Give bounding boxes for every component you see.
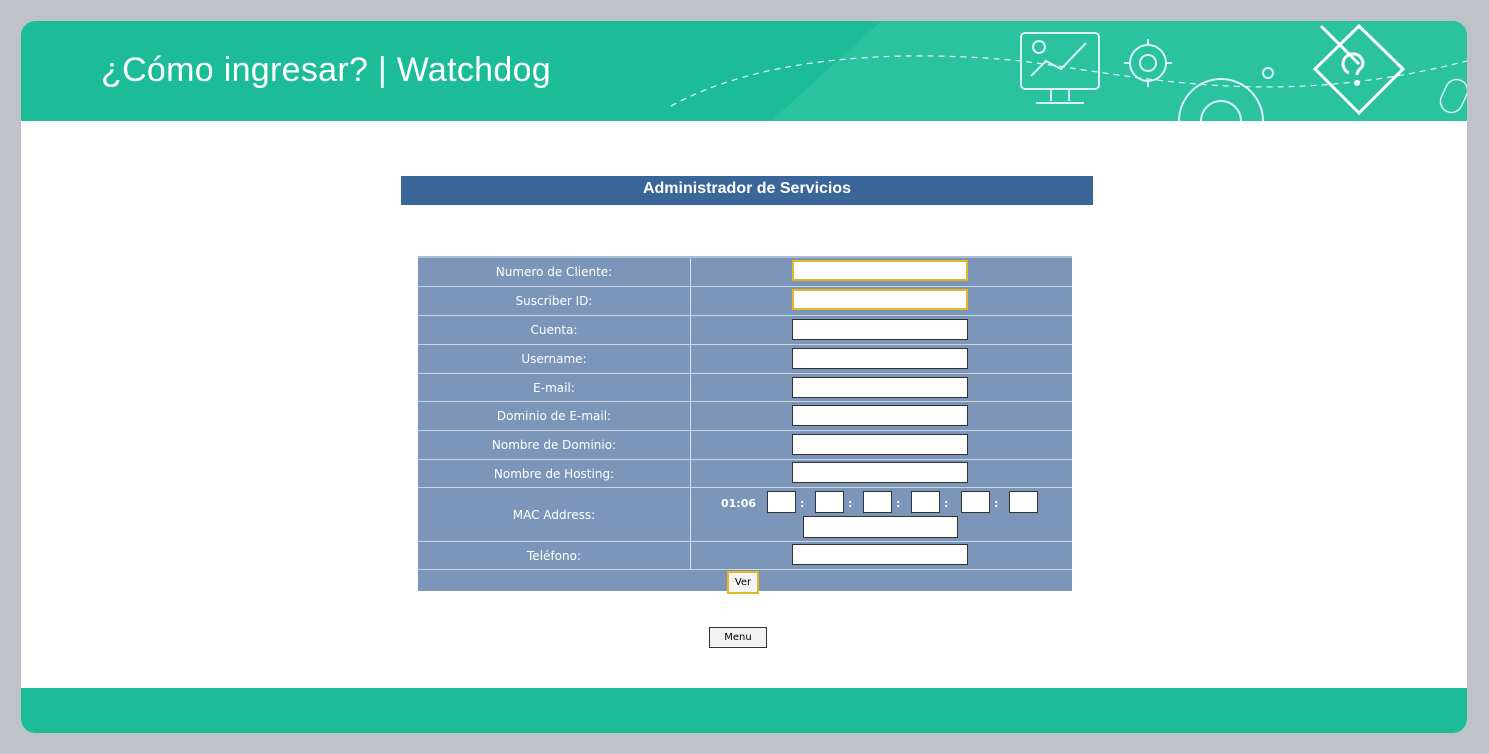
form-row-submit: Ver: [418, 570, 1072, 594]
column-divider: [690, 374, 691, 401]
form-row-email: E-mail:: [418, 374, 1072, 402]
column-divider: [690, 542, 691, 569]
slide: ¿Cómo ingresar? | Watchdog Administrador…: [21, 21, 1467, 733]
mac-octet-input[interactable]: [911, 491, 940, 513]
form-row-suscriber-id: Suscriber ID:: [418, 287, 1072, 316]
column-divider: [690, 258, 691, 286]
menu-button[interactable]: Menu: [709, 627, 767, 648]
mac-prefix: 01:06: [721, 497, 757, 510]
mac-separator: :: [994, 497, 999, 510]
column-divider: [690, 402, 691, 430]
mac-separator: :: [944, 497, 949, 510]
column-divider: [690, 287, 691, 315]
column-divider: [690, 345, 691, 373]
column-divider: [690, 431, 691, 459]
form-row-telefono: Teléfono:: [418, 542, 1072, 570]
mac-octet-input[interactable]: [1009, 491, 1038, 513]
mac-separator: :: [800, 497, 805, 510]
form-row-username: Username:: [418, 345, 1072, 374]
form-row-dominio-email: Dominio de E-mail:: [418, 402, 1072, 431]
form-row-nombre-dominio: Nombre de Dominio:: [418, 431, 1072, 460]
column-divider: [690, 460, 691, 487]
suscriber-id-input[interactable]: [792, 289, 968, 310]
mac-separator: :: [896, 497, 901, 510]
ver-button[interactable]: Ver: [727, 571, 759, 594]
column-divider: [690, 488, 691, 541]
mac-octet-input[interactable]: [767, 491, 796, 513]
field-label: Teléfono:: [527, 548, 581, 563]
header-decoration: [670, 21, 1467, 121]
field-label: Cuenta:: [530, 323, 578, 337]
mac-separator: :: [848, 497, 853, 510]
field-label: Nombre de Hosting:: [493, 466, 615, 481]
field-label: Dominio de E-mail:: [496, 409, 612, 423]
nombre-hosting-input[interactable]: [792, 462, 968, 483]
form-row-mac-address: MAC Address: 01:06 : : : : :: [418, 488, 1072, 542]
field-label: E-mail:: [533, 380, 575, 395]
cuenta-input[interactable]: [792, 319, 968, 340]
field-label: Numero de Cliente:: [495, 265, 613, 279]
telefono-input[interactable]: [792, 544, 968, 565]
mac-octet-input[interactable]: [961, 491, 990, 513]
field-label: Username:: [521, 352, 587, 366]
form-row-nombre-hosting: Nombre de Hosting:: [418, 460, 1072, 488]
mac-extra-input[interactable]: [803, 516, 958, 538]
column-divider: [690, 316, 691, 344]
dominio-email-input[interactable]: [792, 405, 968, 426]
field-label: Nombre de Dominio:: [491, 438, 617, 452]
slide-header: ¿Cómo ingresar? | Watchdog: [21, 21, 1467, 121]
form-title: Administrador de Servicios: [401, 176, 1093, 205]
page-title: ¿Cómo ingresar? | Watchdog: [101, 51, 551, 89]
nombre-dominio-input[interactable]: [792, 434, 968, 455]
numero-cliente-input[interactable]: [792, 260, 968, 281]
username-input[interactable]: [792, 348, 968, 369]
field-label: MAC Address:: [512, 507, 596, 522]
service-form: Numero de Cliente: Suscriber ID: Cuenta:…: [418, 256, 1072, 594]
email-input[interactable]: [792, 377, 968, 398]
field-label: Suscriber ID:: [515, 294, 593, 308]
slide-footer: [21, 688, 1467, 733]
mac-octet-input[interactable]: [863, 491, 892, 513]
mac-octet-input[interactable]: [815, 491, 844, 513]
form-row-numero-cliente: Numero de Cliente:: [418, 258, 1072, 287]
form-row-cuenta: Cuenta:: [418, 316, 1072, 345]
